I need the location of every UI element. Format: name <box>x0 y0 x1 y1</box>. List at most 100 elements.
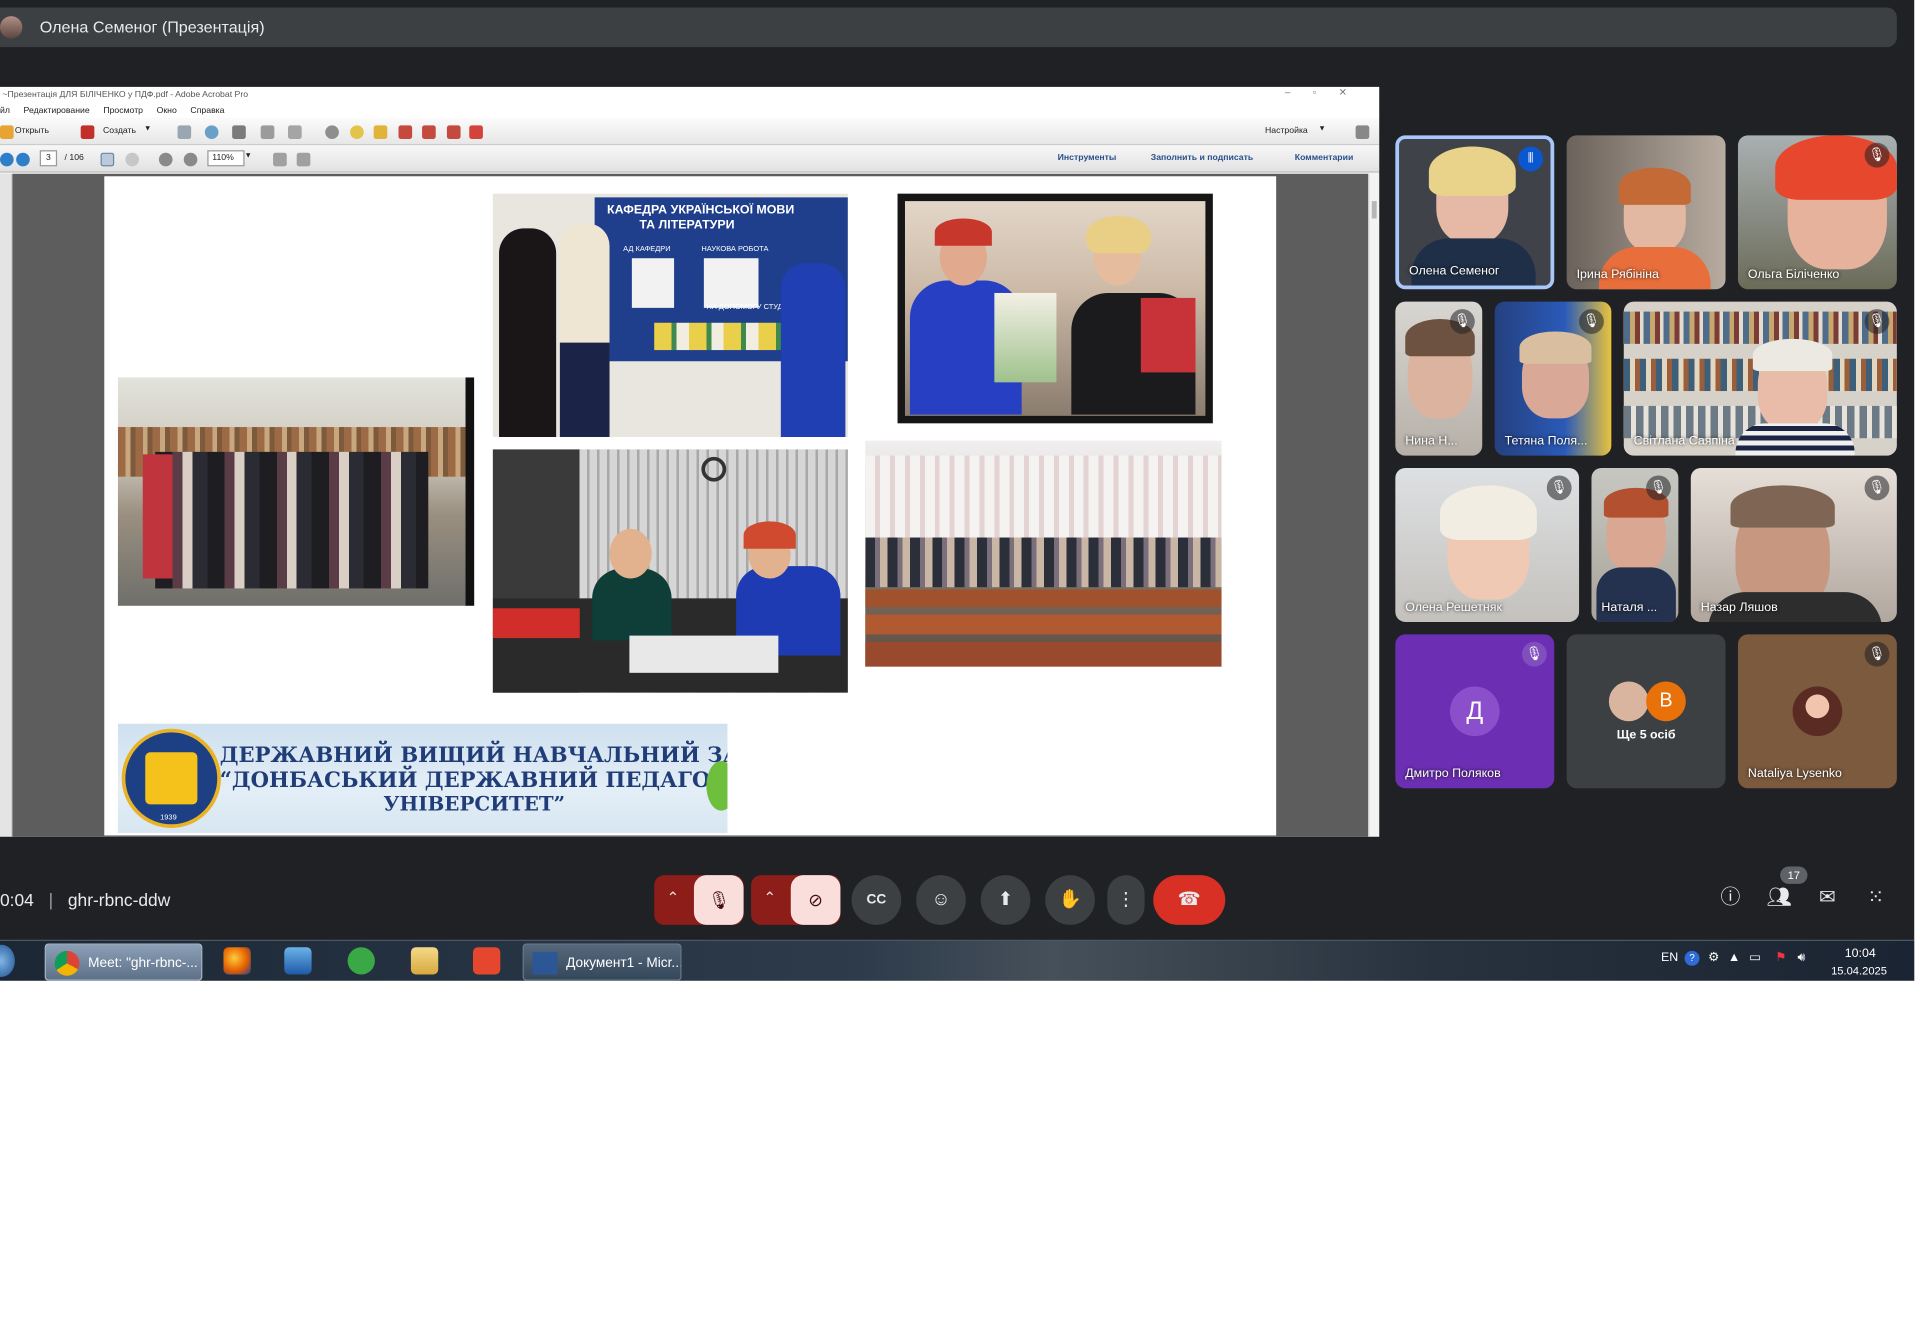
present-button[interactable]: ⬆ <box>980 875 1031 925</box>
create-button[interactable]: Создать <box>103 127 136 136</box>
comments-panel-link[interactable]: Комментарии <box>1295 154 1354 163</box>
more-options-button[interactable]: ⋮ <box>1107 875 1145 925</box>
page-down-icon[interactable] <box>16 152 30 167</box>
network-icon[interactable]: ⚙ <box>1708 951 1719 965</box>
media-player-icon[interactable] <box>284 947 312 975</box>
taskbar-chrome[interactable]: Meet: "ghr-rbnc-... <box>44 943 203 981</box>
page-up-icon[interactable] <box>0 152 14 167</box>
participant-tile[interactable]: 🎙︎ Nataliya Lysenko <box>1737 634 1897 789</box>
participant-tile[interactable]: 🎙︎ Олена Решетняк <box>1395 468 1580 622</box>
chevron-up-icon[interactable]: ⌃ <box>667 889 679 906</box>
fit-width-icon[interactable] <box>296 152 311 167</box>
taskbar-word[interactable]: Документ1 - Micr... <box>522 943 682 981</box>
menu-help[interactable]: Справка <box>190 107 224 116</box>
window-controls[interactable]: –▫✕ <box>1285 87 1369 98</box>
participant-tile[interactable]: Ірина Рябініна <box>1566 135 1726 290</box>
participant-tile[interactable]: Д 🎙︎ Дмитро Поляков <box>1395 634 1555 789</box>
settings-button[interactable]: Настройка <box>1265 127 1308 136</box>
open-button[interactable]: Открыть <box>15 127 49 136</box>
tools-panel-link[interactable]: Инструменты <box>1058 154 1117 163</box>
participant-name: Світлана Саяпіна <box>1633 434 1735 449</box>
chevron-down-icon[interactable]: ▼ <box>144 125 151 132</box>
zoom-input[interactable]: 110% <box>207 150 245 167</box>
clock-date[interactable]: 15.04.2025 <box>1831 965 1887 977</box>
hand-tool-icon[interactable] <box>125 152 140 167</box>
menu-window[interactable]: Окно <box>157 107 177 116</box>
chat-button[interactable]: ✉ <box>1812 884 1842 914</box>
gear-icon[interactable] <box>325 125 339 140</box>
display-icon[interactable]: ▭ <box>1749 951 1761 965</box>
language-indicator[interactable]: EN <box>1661 951 1678 965</box>
zoom-in-icon[interactable] <box>183 152 198 167</box>
help-icon[interactable]: ? <box>1684 950 1700 966</box>
participant-name: Дмитро Поляков <box>1405 767 1501 781</box>
menu-file[interactable]: йл <box>0 107 10 116</box>
save-icon[interactable] <box>177 125 192 140</box>
participant-tile[interactable]: 🎙︎ Світлана Саяпіна <box>1623 301 1897 456</box>
create-icon <box>80 125 95 140</box>
zoom-out-icon[interactable] <box>158 152 173 167</box>
utorrent-icon[interactable] <box>347 947 375 975</box>
start-button[interactable] <box>0 944 15 977</box>
cloud-icon[interactable] <box>204 125 219 140</box>
participant-tile[interactable]: 🎙︎ Тетяна Поля... <box>1494 301 1612 456</box>
participant-tile[interactable]: 🎙︎ Назар Ляшов <box>1690 468 1897 622</box>
pdf-icon[interactable] <box>398 125 413 140</box>
navigation-pane[interactable] <box>0 173 13 837</box>
menu-view[interactable]: Просмотр <box>103 107 143 116</box>
acrobat-toolbar-main: Открыть Создать ▼ Настройка ▼ <box>0 117 1380 146</box>
clock-time[interactable]: 10:04 <box>1845 947 1876 961</box>
chevron-up-icon[interactable]: ▲ <box>1728 951 1740 965</box>
leave-call-button[interactable]: ☎ <box>1153 875 1226 925</box>
highlight-icon[interactable] <box>373 125 388 140</box>
participant-name: Назар Ляшов <box>1700 600 1778 615</box>
participant-name: Nataliya Lysenko <box>1747 767 1842 781</box>
select-tool-icon[interactable] <box>100 152 115 167</box>
volume-icon[interactable]: 🔊︎ <box>1798 951 1806 965</box>
chevron-down-icon[interactable]: ▼ <box>1318 125 1325 132</box>
meeting-info: 0:04 | ghr-rbnc-ddw <box>0 890 170 910</box>
mic-off-button[interactable]: 🎙︎ <box>693 875 744 925</box>
participant-tile-speaking[interactable]: ⦀ Олена Семеног <box>1395 135 1555 290</box>
explorer-icon[interactable] <box>410 947 439 975</box>
captions-button[interactable]: CC <box>851 875 902 925</box>
participant-tile[interactable]: 🎙︎ Нина Н... <box>1395 301 1483 456</box>
fill-sign-panel-link[interactable]: Заполнить и подписать <box>1151 154 1253 163</box>
combine-icon[interactable] <box>446 125 461 140</box>
chevron-up-icon[interactable]: ⌃ <box>763 889 775 906</box>
word-icon <box>532 952 558 975</box>
acrobat-icon[interactable] <box>472 947 501 975</box>
activities-button[interactable]: ⁙ <box>1861 884 1891 914</box>
vertical-scrollbar[interactable] <box>1368 173 1380 837</box>
mic-off-icon: 🎙︎ <box>1521 641 1547 667</box>
expand-icon[interactable] <box>1355 125 1370 140</box>
participant-tile[interactable]: 🎙︎ Наталя ... <box>1591 468 1679 622</box>
photo-library-group <box>117 377 475 606</box>
folder-icon <box>0 125 14 140</box>
more-participants-tile[interactable]: В Ще 5 осіб <box>1566 634 1726 789</box>
mail-icon[interactable] <box>288 125 302 140</box>
fit-page-icon[interactable] <box>273 152 287 167</box>
raise-hand-button[interactable]: ✋ <box>1045 875 1095 925</box>
camera-off-button[interactable]: ⊘ <box>790 875 841 925</box>
acrobat-title: ~Презентація ДЛЯ БІЛІЧЕНКО у ПДФ.pdf - A… <box>0 86 1380 105</box>
flag-icon[interactable]: ⚑ <box>1775 951 1786 965</box>
more-participants-label: Ще 5 осіб <box>1616 728 1676 743</box>
page-number-input[interactable]: 3 <box>39 150 58 167</box>
export-icon[interactable] <box>422 125 436 140</box>
menu-edit[interactable]: Редактирование <box>24 107 90 116</box>
firefox-icon[interactable] <box>223 947 251 975</box>
emoji-button[interactable]: ☺ <box>916 875 966 925</box>
print-icon[interactable] <box>232 125 246 140</box>
sign-icon[interactable] <box>469 125 483 140</box>
scrollbar-thumb[interactable] <box>1371 201 1377 219</box>
people-button[interactable]: 👥︎ <box>1764 884 1794 914</box>
meeting-separator: | <box>48 890 54 910</box>
photo-office <box>492 449 848 693</box>
participant-tile[interactable]: 🎙︎ Ольга Біліченко <box>1737 135 1897 290</box>
comment-icon[interactable] <box>350 125 364 140</box>
chevron-down-icon[interactable]: ▼ <box>245 153 252 160</box>
mic-off-icon: 🎙︎ <box>1646 475 1671 501</box>
edit-icon[interactable] <box>260 125 275 140</box>
meeting-details-button[interactable]: ⓘ <box>1716 884 1746 914</box>
